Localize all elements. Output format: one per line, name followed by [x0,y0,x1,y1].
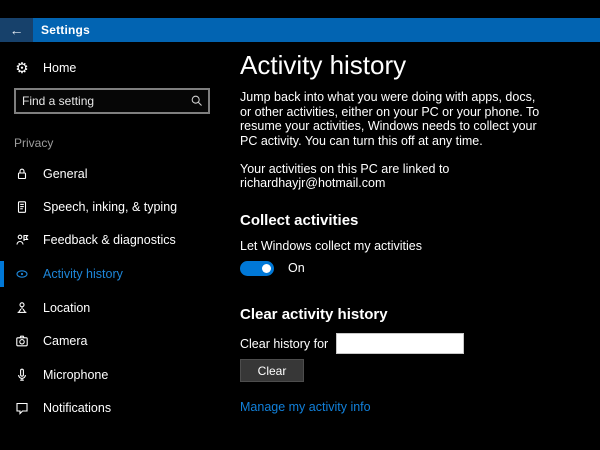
clear-history-row: Clear history for [240,333,570,354]
sidebar-item-notifications[interactable]: Notifications [0,395,232,421]
sidebar-item-speech-inking-typing[interactable]: Speech, inking, & typing [0,194,232,220]
toggle-state-label: On [288,261,305,275]
toggle-knob [262,263,271,273]
settings-window: ← Settings ⚙ Home Privacy General Spe [0,0,600,450]
sidebar-item-microphone[interactable]: Microphone [0,362,232,388]
sidebar-item-label: Notifications [43,401,112,415]
sidebar-item-label: Location [43,301,91,315]
clear-history-for-label: Clear history for [240,336,329,351]
sidebar-item-label: Microphone [43,368,109,382]
linked-account-text: Your activities on this PC are linked to… [240,162,450,190]
search-box [14,88,210,114]
back-icon: ← [9,22,24,38]
clear-button[interactable]: Clear [240,359,304,382]
sidebar: ⚙ Home Privacy General Speech, inking, &… [0,42,232,450]
microphone-icon [14,367,30,383]
collect-toggle-label: Let Windows collect my activities [240,239,423,253]
page-title: Activity history [240,50,407,80]
search-icon [186,94,208,108]
back-button[interactable]: ← [0,18,33,42]
sidebar-item-home[interactable]: ⚙ Home [0,55,232,81]
sidebar-item-camera[interactable]: Camera [0,328,232,354]
sidebar-item-activity-history[interactable]: Activity history [0,261,232,287]
collect-activities-heading: Collect activities [240,212,359,229]
search-input[interactable] [16,94,186,108]
titlebar: ← Settings [0,18,600,42]
page-description: Jump back into what you were doing with … [240,90,540,148]
manage-activity-link[interactable]: Manage my activity info [240,400,371,414]
clear-history-period-dropdown[interactable] [336,333,465,354]
app-title: Settings [41,23,90,37]
main-content: Activity history Jump back into what you… [240,42,570,416]
sidebar-item-feedback-diagnostics[interactable]: Feedback & diagnostics [0,227,232,253]
sidebar-item-label: Camera [43,334,88,348]
sidebar-item-label: Speech, inking, & typing [43,200,178,214]
notifications-icon [14,400,30,416]
sidebar-item-label: Activity history [43,267,123,281]
clear-history-heading: Clear activity history [240,306,388,323]
camera-icon [14,333,30,349]
selection-indicator [0,261,4,287]
collect-activities-toggle[interactable] [240,260,274,276]
sidebar-item-label: Feedback & diagnostics [43,233,176,247]
feedback-icon [14,232,30,248]
sidebar-item-general[interactable]: General [0,161,232,187]
location-icon [14,300,30,316]
sidebar-item-location[interactable]: Location [0,295,232,321]
lock-icon [14,166,30,182]
activity-history-icon [14,266,30,282]
privacy-section-label: Privacy [14,136,54,150]
toggle-row: On [240,260,570,276]
sidebar-item-label: General [43,167,88,181]
speech-icon [14,199,30,215]
gear-icon: ⚙ [15,59,29,77]
sidebar-item-label: Home [43,61,77,75]
